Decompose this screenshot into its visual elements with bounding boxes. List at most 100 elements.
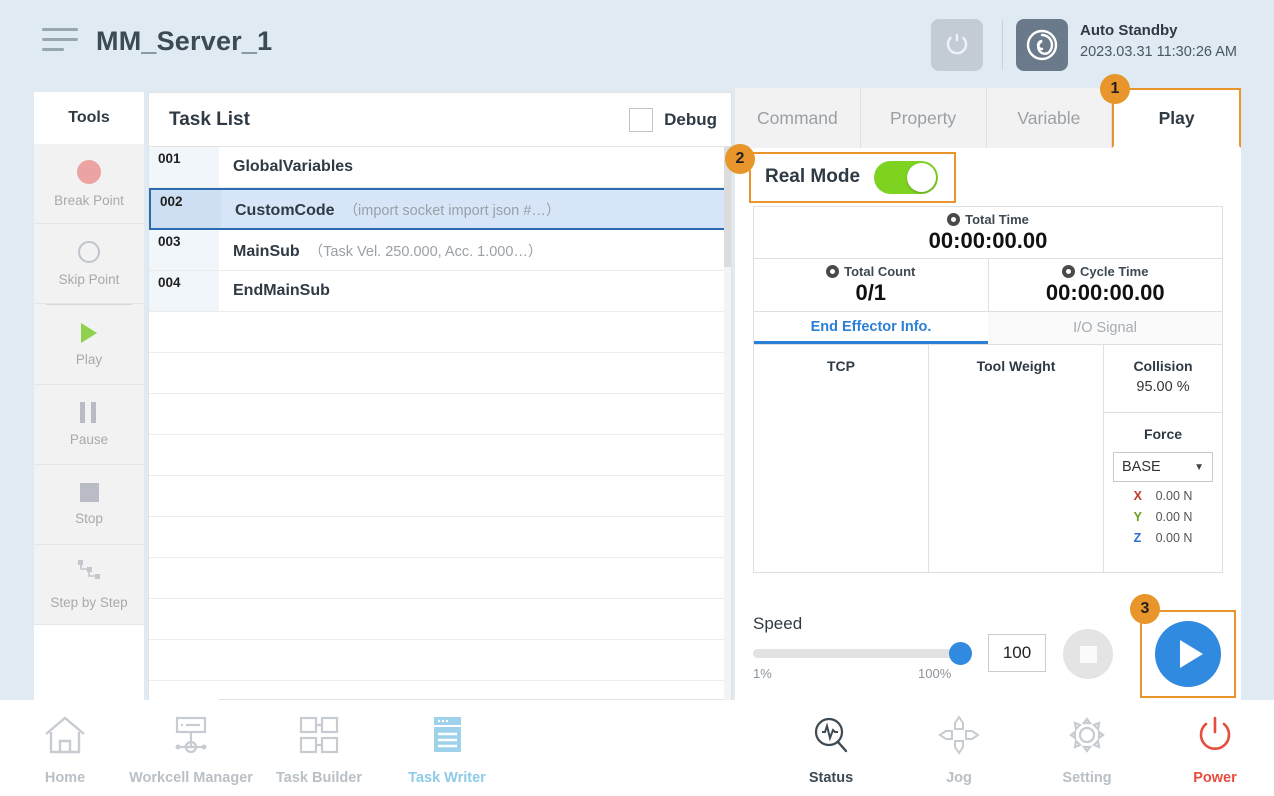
real-mode-toggle[interactable] bbox=[874, 160, 939, 194]
force-axis-value: 0.00 N bbox=[1155, 510, 1193, 524]
tab-command[interactable]: Command bbox=[735, 88, 861, 148]
row-number: 002 bbox=[151, 190, 221, 228]
total-count-cell: Total Count 0/1 bbox=[754, 259, 989, 311]
nav-label: Setting bbox=[1062, 770, 1112, 786]
subtab-end-effector-info[interactable]: End Effector Info. bbox=[754, 312, 988, 344]
tool-skip-point[interactable]: Skip Point bbox=[34, 224, 144, 304]
table-row-empty[interactable] bbox=[149, 517, 731, 558]
robot-state-icon bbox=[1016, 19, 1068, 71]
table-row[interactable]: 004 EndMainSub bbox=[149, 271, 731, 312]
table-row[interactable]: 002 CustomCode （import socket import jso… bbox=[149, 188, 731, 230]
status-badge: Auto Standby bbox=[1080, 22, 1178, 39]
stop-button[interactable] bbox=[1063, 629, 1113, 679]
nav-label: Task Writer bbox=[408, 770, 486, 786]
play-button-highlight bbox=[1140, 610, 1236, 698]
total-time-cell: Total Time 00:00:00.00 bbox=[754, 207, 1222, 259]
tools-list: Break Point Skip Point Play Pause Stop S… bbox=[34, 144, 144, 625]
task-writer-icon bbox=[424, 714, 470, 761]
debug-checkbox[interactable] bbox=[629, 107, 654, 132]
nav-status[interactable]: Status bbox=[766, 714, 896, 786]
debug-checkbox-group[interactable]: Debug bbox=[629, 107, 717, 132]
nav-task-builder[interactable]: Task Builder bbox=[254, 714, 384, 786]
tools-header: Tools bbox=[34, 92, 144, 144]
nav-label: Status bbox=[808, 770, 854, 786]
force-cell: Force BASE ▼ X 0.00 N Y 0.00 N Z 0.00 N bbox=[1104, 413, 1222, 545]
force-frame-select[interactable]: BASE ▼ bbox=[1113, 452, 1213, 482]
tool-break-point[interactable]: Break Point bbox=[34, 144, 144, 224]
nav-power[interactable]: Power bbox=[1150, 714, 1274, 786]
cycle-time-cell: Cycle Time 00:00:00.00 bbox=[989, 259, 1223, 311]
nav-label: Jog bbox=[946, 770, 972, 786]
table-row-empty[interactable] bbox=[149, 476, 731, 517]
tab-play[interactable]: Play bbox=[1112, 88, 1241, 148]
speed-slider-knob[interactable] bbox=[949, 642, 972, 665]
sub-tab-bar: End Effector Info. I/O Signal bbox=[753, 312, 1223, 345]
row-body: MainSub （Task Vel. 250.000, Acc. 1.000…） bbox=[219, 240, 731, 261]
empty-rows-area bbox=[149, 312, 731, 722]
tool-play[interactable]: Play bbox=[34, 305, 144, 385]
table-row-empty[interactable] bbox=[149, 599, 731, 640]
app-root: MM_Server_1 Auto Standby 2023.03.31 11:3… bbox=[0, 0, 1274, 796]
real-mode-label: Real Mode bbox=[765, 166, 861, 187]
nav-label: Task Builder bbox=[276, 770, 362, 786]
tcp-cell: TCP bbox=[754, 345, 929, 572]
table-row-empty[interactable] bbox=[149, 312, 731, 353]
row-number: 001 bbox=[149, 147, 219, 187]
real-mode-row: Real Mode bbox=[735, 148, 1241, 206]
tab-bar: Command Property Variable Play bbox=[735, 88, 1241, 148]
speed-slider[interactable] bbox=[753, 642, 972, 665]
tool-stop[interactable]: Stop bbox=[34, 465, 144, 545]
nav-jog[interactable]: Jog bbox=[894, 714, 1024, 786]
tool-weight-label: Tool Weight bbox=[976, 358, 1056, 374]
row-body: CustomCode （import socket import json #…… bbox=[221, 199, 729, 220]
tool-step-by-step[interactable]: Step by Step bbox=[34, 545, 144, 625]
step-by-step-icon bbox=[76, 559, 102, 586]
table-row-empty[interactable] bbox=[149, 435, 731, 476]
skip-point-icon bbox=[78, 240, 100, 263]
table-row-empty[interactable] bbox=[149, 394, 731, 435]
table-row-empty[interactable] bbox=[149, 558, 731, 599]
tool-weight-cell: Tool Weight bbox=[929, 345, 1104, 572]
annotation-badge-2: 2 bbox=[725, 144, 755, 174]
bottom-nav: MECH MIND Home bbox=[0, 700, 1274, 796]
table-row[interactable]: 001 GlobalVariables bbox=[149, 147, 731, 188]
debug-label: Debug bbox=[664, 109, 717, 129]
nav-home[interactable]: Home bbox=[0, 714, 130, 786]
jog-icon bbox=[936, 714, 982, 761]
refresh-icon[interactable] bbox=[931, 19, 983, 71]
row-name: MainSub bbox=[233, 242, 300, 260]
scrollbar[interactable] bbox=[724, 147, 731, 701]
tool-label: Skip Point bbox=[58, 271, 120, 287]
row-name: EndMainSub bbox=[233, 282, 330, 299]
row-number bbox=[149, 599, 219, 639]
speed-input[interactable]: 100 bbox=[988, 634, 1046, 672]
force-axis-label: Z bbox=[1133, 531, 1142, 545]
stop-icon bbox=[79, 483, 99, 502]
row-number bbox=[149, 476, 219, 516]
table-row[interactable]: 003 MainSub （Task Vel. 250.000, Acc. 1.0… bbox=[149, 230, 731, 271]
tab-variable[interactable]: Variable bbox=[987, 88, 1113, 148]
subtab-io-signal[interactable]: I/O Signal bbox=[988, 312, 1222, 344]
row-number bbox=[149, 353, 219, 393]
state-text-block: Auto Standby 2023.03.31 11:30:26 AM bbox=[1080, 22, 1237, 60]
tool-label: Play bbox=[75, 351, 103, 367]
pause-icon bbox=[80, 402, 98, 423]
force-axis-row: Y 0.00 N bbox=[1104, 510, 1222, 524]
collision-cell: Collision 95.00 % bbox=[1104, 345, 1222, 413]
chevron-down-icon: ▼ bbox=[1194, 461, 1204, 473]
nav-task-writer[interactable]: Task Writer bbox=[382, 714, 512, 786]
table-row-empty[interactable] bbox=[149, 640, 731, 681]
table-row-empty[interactable] bbox=[149, 353, 731, 394]
speed-max-label: 100% bbox=[918, 666, 952, 681]
total-count-value: 0/1 bbox=[855, 280, 887, 305]
play-button[interactable] bbox=[1155, 621, 1221, 687]
tab-property[interactable]: Property bbox=[861, 88, 987, 148]
annotation-badge-3: 3 bbox=[1130, 594, 1160, 624]
hamburger-icon[interactable] bbox=[42, 28, 78, 58]
nav-workcell-manager[interactable]: Workcell Manager bbox=[126, 714, 256, 786]
real-mode-group[interactable]: Real Mode bbox=[749, 151, 957, 203]
tool-pause[interactable]: Pause bbox=[34, 385, 144, 465]
nav-setting[interactable]: Setting bbox=[1022, 714, 1152, 786]
nav-label: Home bbox=[44, 770, 86, 786]
gear-icon bbox=[1064, 714, 1110, 761]
